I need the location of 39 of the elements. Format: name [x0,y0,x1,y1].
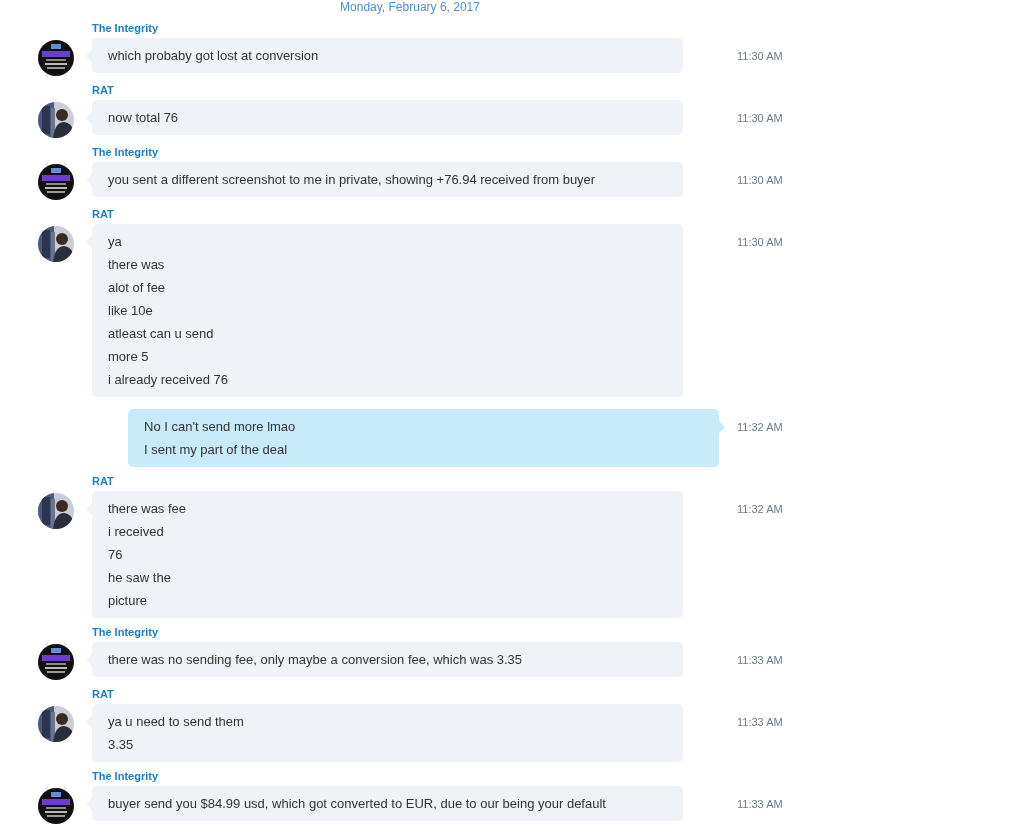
timestamp: 11:30 AM [737,50,783,62]
message-text: i already received 76 [108,371,229,389]
message-text: atleast can u send [108,325,215,343]
message-text: i received [108,523,165,541]
timestamp: 11:30 AM [737,174,783,186]
sender-name: The Integrity [92,22,159,34]
message-text: 3.35 [108,736,135,754]
timestamp: 11:32 AM [737,503,783,515]
sender-name: RAT [92,208,115,220]
message-text: buyer send you $84.99 usd, which got converted to EUR, due to our being your default [108,795,607,813]
sender-name: The Integrity [92,146,159,158]
message-text: No I can't send more lmao [144,418,297,436]
message-text: there was no sending fee, only maybe a conversion fee, which was 3.35 [108,651,524,669]
message-text: like 10e [108,302,154,320]
message-text: ya u need to send them [108,713,245,731]
date-header: Monday, February 6, 2017 [339,0,481,14]
timestamp: 11:30 AM [737,236,783,248]
sender-name: RAT [92,84,115,96]
sender-name: RAT [92,688,115,700]
message-text: picture [108,592,149,610]
message-text: there was [108,256,166,274]
timestamp: 11:33 AM [737,798,783,810]
message-text: ya [108,233,123,251]
sender-name: RAT [92,475,115,487]
message-text: there was fee [108,500,188,518]
message-text: now total 76 [108,109,180,127]
message-text: you sent a different screenshot to me in private, showing +76.94 received from buyer [108,171,597,189]
timestamp: 11:33 AM [737,654,783,666]
message-text: he saw the [108,569,172,587]
timestamp: 11:32 AM [737,421,783,433]
timestamp: 11:33 AM [737,716,783,728]
timestamp: 11:30 AM [737,112,783,124]
message-text: which probaby got lost at conversion [108,47,320,65]
message-text: alot of fee [108,279,167,297]
message-text: more 5 [108,348,150,366]
sender-name: The Integrity [92,626,159,638]
message-text: 76 [108,546,124,564]
message-text: I sent my part of the deal [144,441,289,459]
sender-name: The Integrity [92,770,159,782]
